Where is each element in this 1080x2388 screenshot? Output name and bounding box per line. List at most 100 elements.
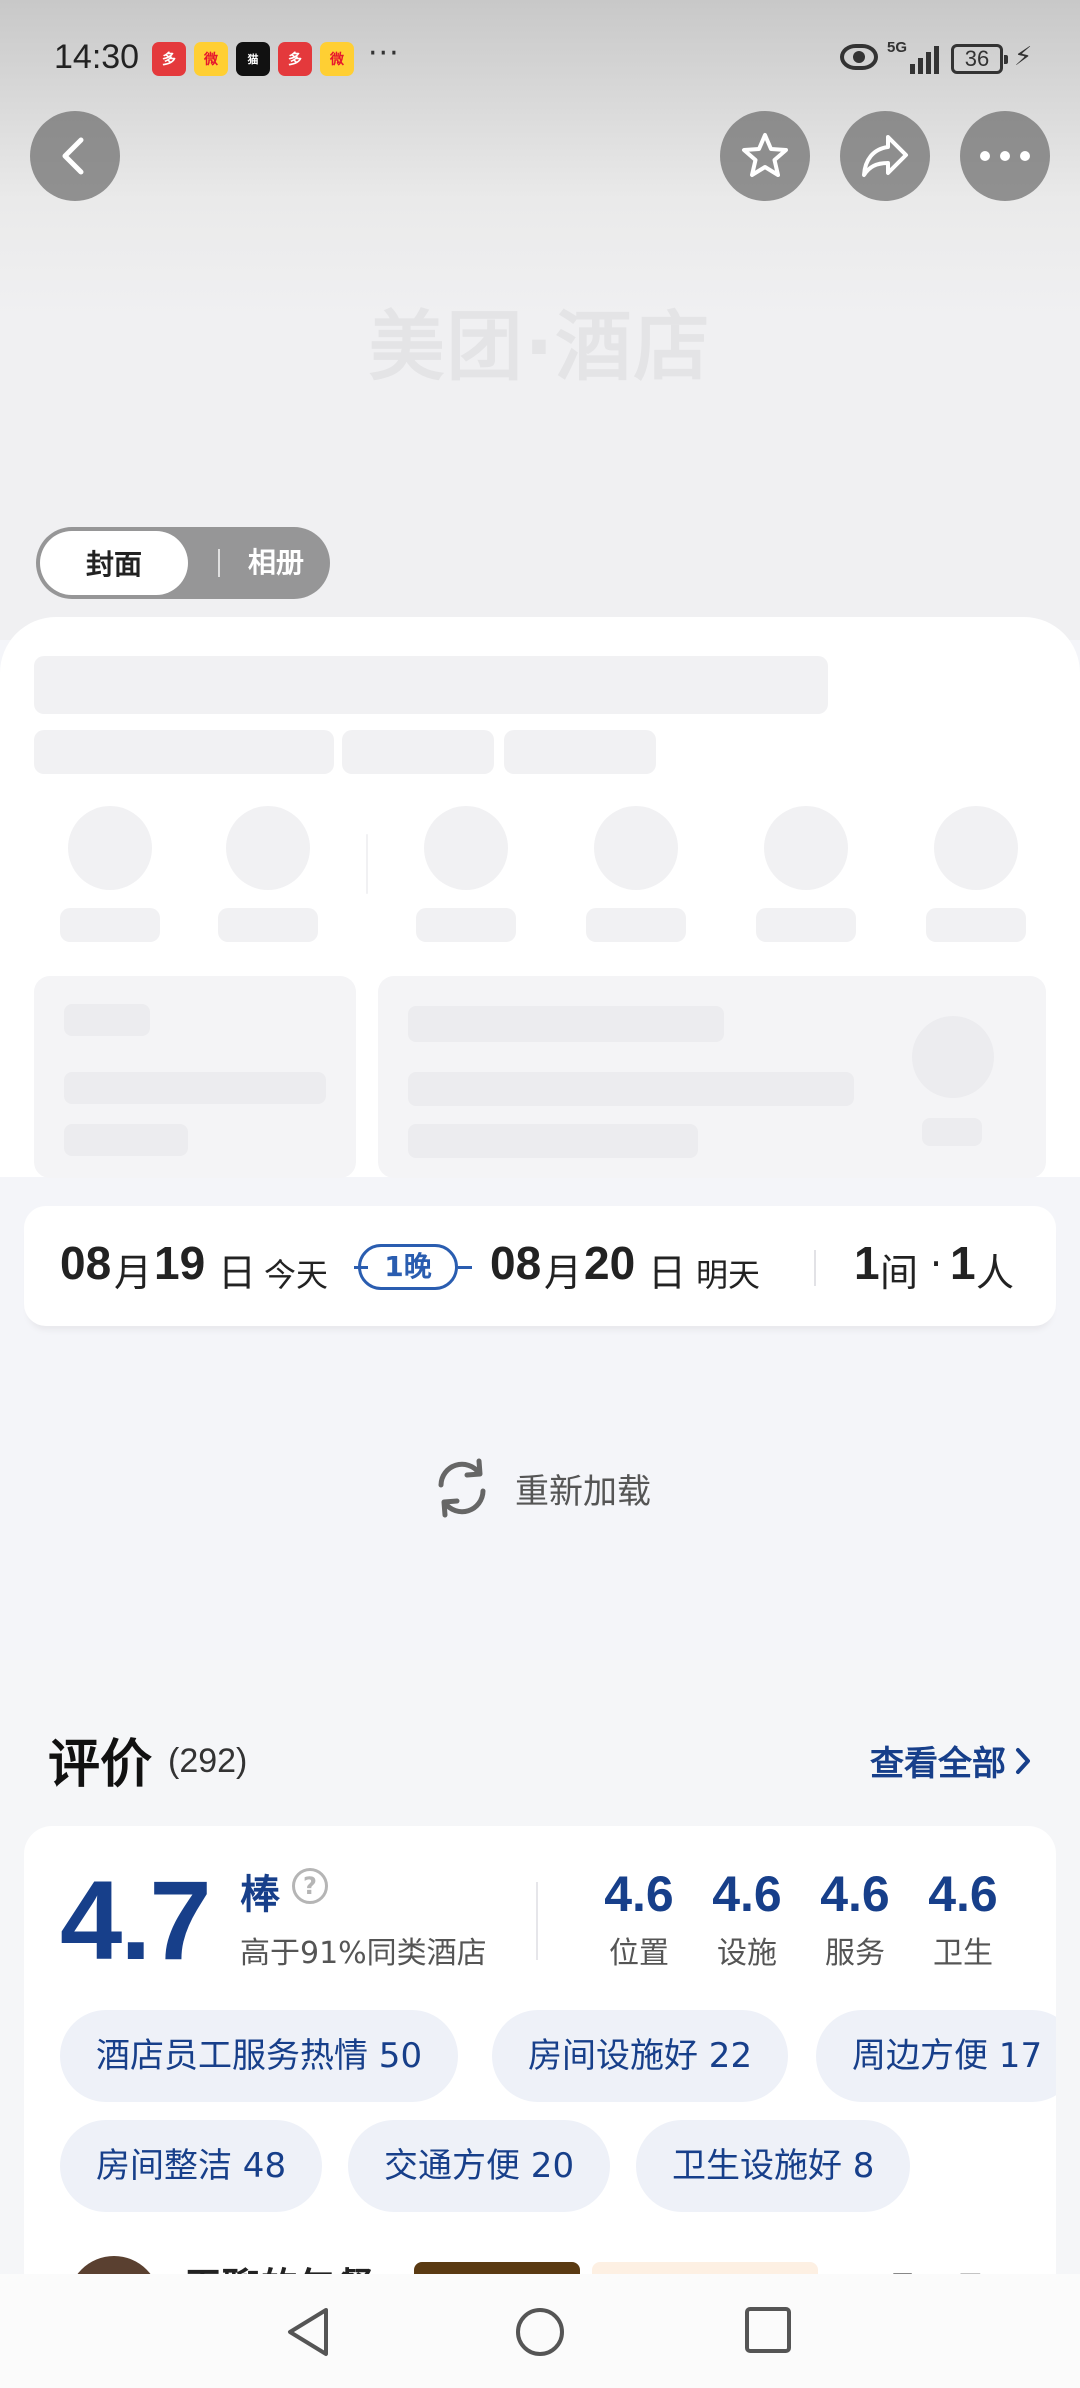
sub-score-label: 服务 — [825, 1936, 885, 1971]
date-selector[interactable]: 08 月 19 日 今天 1晚 08 月 20 日 明天 1 间 · 1 人 — [24, 1206, 1056, 1326]
review-tag[interactable]: 周边方便 17 — [816, 2010, 1056, 2102]
skeleton-avatar — [912, 1016, 994, 1098]
help-question-icon[interactable]: ? — [292, 1868, 328, 1904]
skeleton-label — [756, 908, 856, 942]
checkin-relative: 今天 — [264, 1256, 329, 1294]
skeleton-label — [416, 908, 516, 942]
view-all-reviews-link[interactable]: 查看全部 — [870, 1736, 1032, 1785]
sub-score-value: 4.6 — [820, 1866, 890, 1922]
checkout-month: 08 — [490, 1237, 542, 1289]
skeleton-icon — [764, 806, 848, 890]
skeleton-line — [922, 1118, 982, 1146]
skeleton-line — [64, 1124, 188, 1156]
score-divider — [536, 1882, 538, 1960]
weibo-icon: 微 — [320, 42, 354, 76]
review-tag[interactable]: 房间设施好 22 — [492, 2010, 789, 2102]
signal-icon — [910, 44, 939, 74]
skeleton-line — [408, 1124, 698, 1158]
reload-label: 重新加载 — [515, 1471, 651, 1512]
skeleton-icon — [934, 806, 1018, 890]
view-all-label: 查看全部 — [870, 1744, 1006, 1784]
favorite-button[interactable] — [720, 111, 810, 201]
sub-score-location: 4.6 位置 — [594, 1866, 684, 1972]
skeleton-line — [408, 1072, 854, 1106]
refresh-icon — [438, 1458, 486, 1518]
sub-score-service: 4.6 服务 — [810, 1866, 900, 1972]
skeleton-icon — [226, 806, 310, 890]
reviews-count: (292) — [168, 1742, 248, 1780]
skeleton-title — [34, 656, 828, 714]
review-tag[interactable]: 卫生设施好 8 — [636, 2120, 911, 2212]
review-tag[interactable]: 房间整洁 48 — [60, 2120, 323, 2212]
battery-level: 36 — [964, 46, 990, 71]
sub-score-value: 4.6 — [712, 1866, 782, 1922]
share-button[interactable] — [840, 111, 930, 201]
checkout-day-unit: 日 — [648, 1251, 687, 1295]
skeleton-icon — [594, 806, 678, 890]
cover-album-toggle[interactable]: 封面 相册 > — [36, 527, 330, 651]
hero-logo-text: 美团·酒店 — [368, 302, 712, 391]
skeleton-line — [64, 1072, 326, 1104]
charging-icon: ⚡ — [1014, 42, 1033, 72]
nav-back-icon[interactable] — [282, 2304, 334, 2360]
sub-score-value: 4.6 — [604, 1866, 674, 1922]
checkout-month-unit: 月 — [544, 1251, 583, 1295]
checkin-month: 08 — [60, 1237, 112, 1289]
skeleton-line — [64, 1004, 150, 1036]
score-comparison: 高于91%同类酒店 — [240, 1936, 487, 1971]
weibo-icon: 微 — [194, 42, 228, 76]
nights-line-right — [458, 1266, 472, 1269]
system-navigation-bar — [0, 2274, 1080, 2388]
skeleton-label — [586, 908, 686, 942]
pinduoduo-icon: 多 — [278, 42, 312, 76]
skeleton-icon — [424, 806, 508, 890]
pinduoduo-icon: 多 — [152, 42, 186, 76]
sub-score-facilities: 4.6 设施 — [702, 1866, 792, 1972]
review-tag[interactable]: 酒店员工服务热情 50 — [60, 2010, 459, 2102]
guests-separator: · — [930, 1242, 943, 1286]
score-rating-word: 棒 — [240, 1872, 280, 1918]
skeleton-tag — [504, 730, 656, 774]
more-menu-button[interactable] — [960, 111, 1050, 201]
skeleton-tag — [342, 730, 494, 774]
star-icon — [742, 133, 788, 177]
overall-score: 4.7 — [60, 1858, 212, 1983]
more-notifications-icon: ··· — [368, 36, 400, 71]
checkout-day: 20 — [584, 1237, 636, 1289]
skeleton-icon — [68, 806, 152, 890]
cover-tab[interactable]: 封面 — [40, 531, 188, 595]
sub-score-label: 位置 — [609, 1936, 669, 1971]
review-tag[interactable]: 交通方便 20 — [348, 2120, 611, 2212]
album-tab[interactable]: 相册 > — [248, 527, 330, 651]
skeleton-divider — [366, 834, 368, 894]
checkin-day: 19 — [154, 1237, 206, 1289]
skeleton-label — [218, 908, 318, 942]
reviews-title: 评价 — [48, 1735, 153, 1795]
reload-button[interactable]: 重新加载 — [0, 1448, 1080, 1528]
checkin-month-unit: 月 — [114, 1251, 153, 1295]
rooms-count: 1 — [854, 1237, 880, 1289]
status-time: 14:30 — [54, 38, 140, 76]
toggle-divider — [218, 549, 220, 577]
rooms-unit: 间 — [880, 1251, 919, 1295]
status-bar: 14:30 多 微 猫 多 微 ··· 5G 36 ⚡ — [0, 0, 1080, 120]
guests-count: 1 — [950, 1237, 976, 1289]
checkout-relative: 明天 — [696, 1256, 761, 1294]
guests-unit: 人 — [976, 1251, 1015, 1295]
share-arrow-icon — [862, 135, 908, 177]
sub-score-value: 4.6 — [928, 1866, 998, 1922]
checkin-day-unit: 日 — [218, 1251, 257, 1295]
sub-score-hygiene: 4.6 卫生 — [918, 1866, 1008, 1972]
eye-comfort-icon — [840, 44, 878, 70]
nav-recent-apps-icon[interactable] — [742, 2304, 794, 2356]
skeleton-tag — [34, 730, 334, 774]
chevron-right-icon — [1016, 1747, 1030, 1774]
skeleton-label — [60, 908, 160, 942]
more-dots-icon — [980, 151, 1030, 161]
nav-home-icon[interactable] — [512, 2304, 568, 2360]
back-arrow-icon — [62, 137, 84, 175]
skeleton-label — [926, 908, 1026, 942]
sub-score-label: 设施 — [717, 1936, 777, 1971]
back-button[interactable] — [30, 111, 120, 201]
battery-icon: 36 — [951, 44, 1008, 74]
